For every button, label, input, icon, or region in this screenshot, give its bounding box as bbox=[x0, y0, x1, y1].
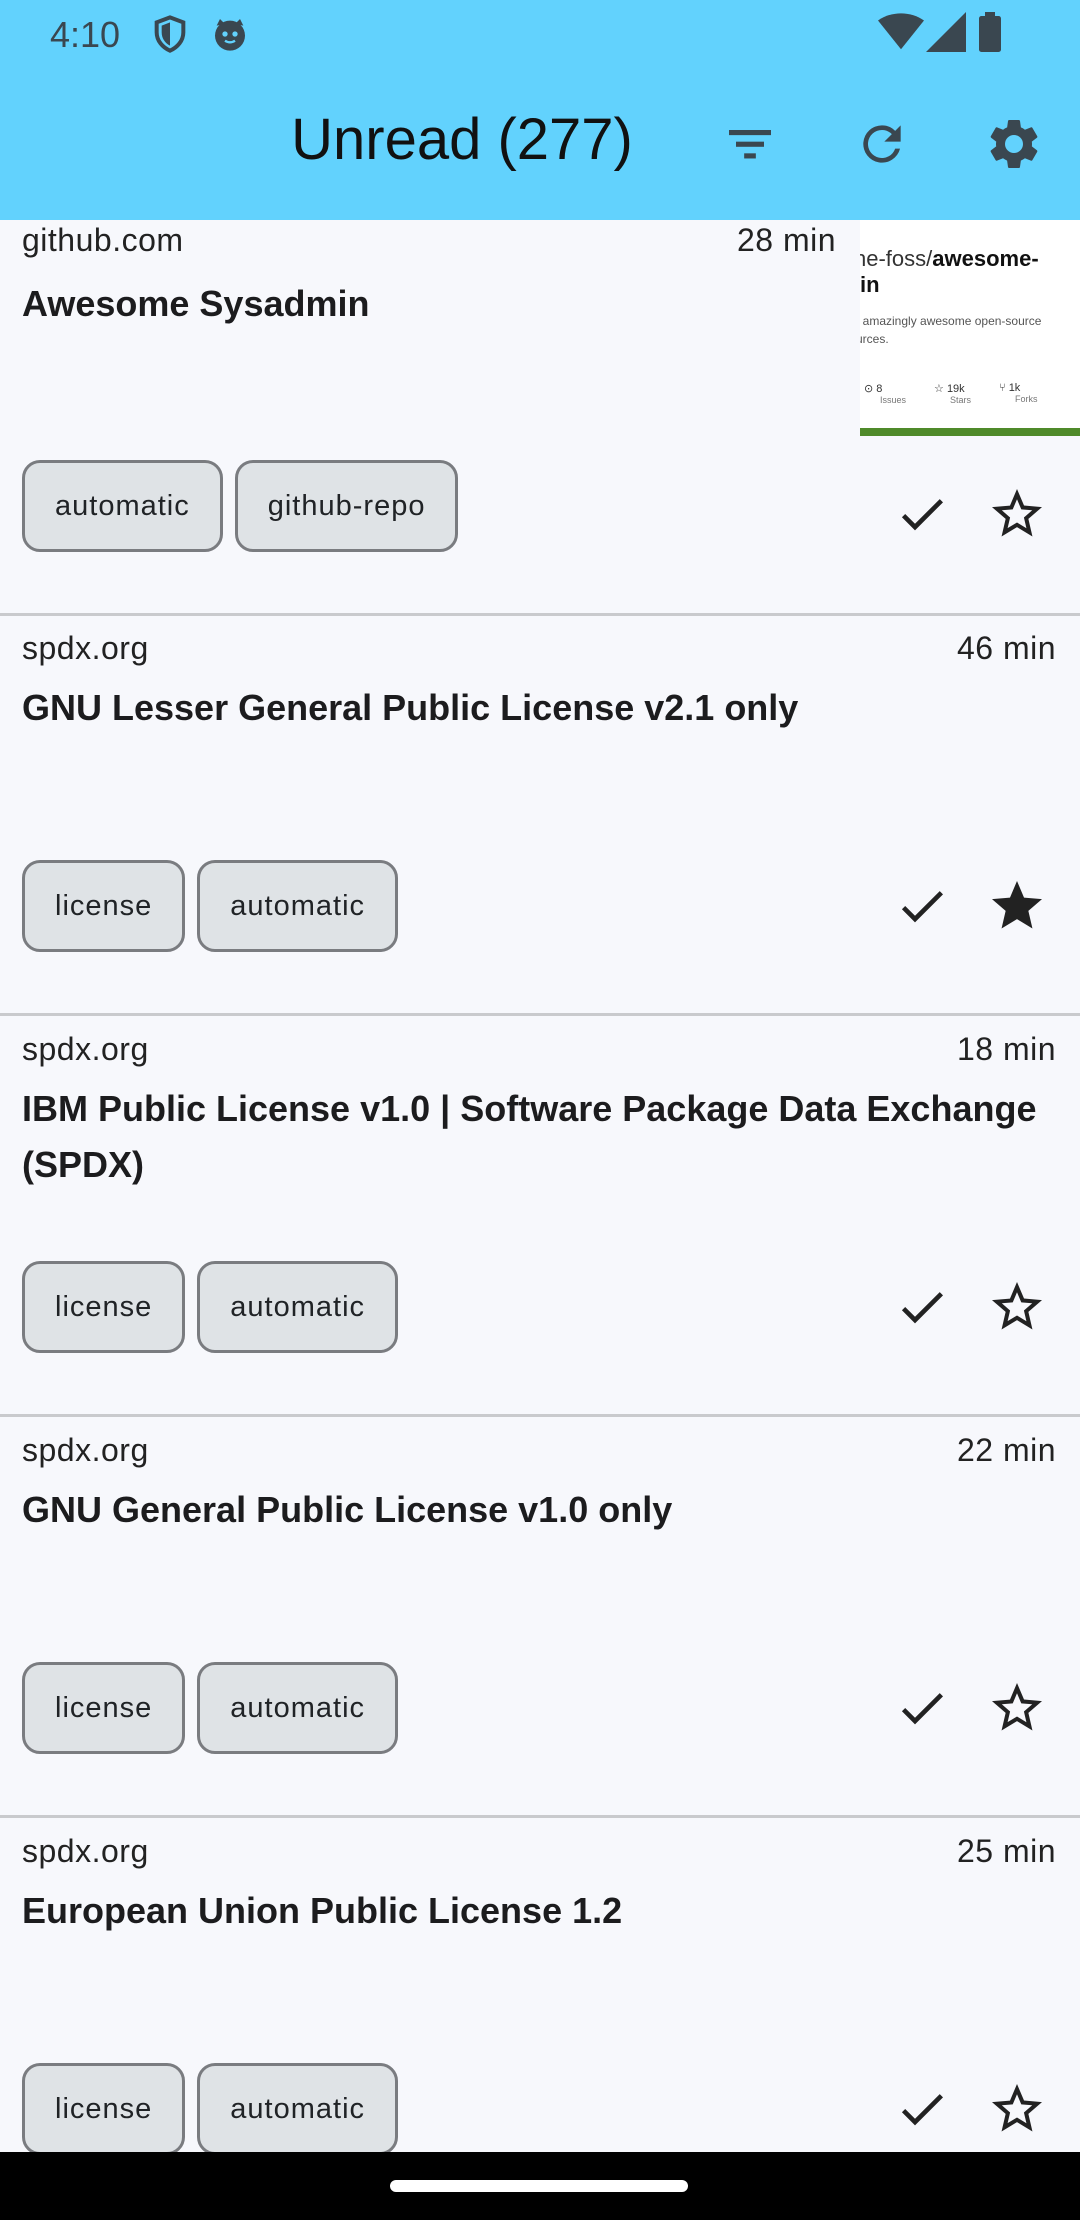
tag-chip[interactable]: automatic bbox=[22, 460, 223, 552]
mark-read-button[interactable] bbox=[880, 1267, 964, 1351]
star-button[interactable] bbox=[975, 2069, 1059, 2152]
wifi-icon bbox=[878, 12, 924, 57]
article-time: 22 min bbox=[956, 1432, 1056, 1468]
refresh-button[interactable] bbox=[840, 104, 924, 188]
tag-list: license automatic bbox=[22, 1662, 399, 1756]
article-source: spdx.org bbox=[22, 1031, 149, 1067]
thumbnail-bar bbox=[860, 428, 1080, 436]
stars-label: Stars bbox=[950, 395, 972, 405]
article-thumbnail[interactable]: ne-foss/awesome- in f amazingly awesome … bbox=[860, 220, 1080, 436]
stars-count: ☆ 19k bbox=[934, 383, 965, 395]
article-title[interactable]: Awesome Sysadmin bbox=[22, 276, 840, 332]
thumbnail-text: in bbox=[860, 272, 880, 297]
star-outline-icon bbox=[987, 1277, 1047, 1342]
tag-chip[interactable]: github-repo bbox=[234, 460, 459, 552]
tag-chip[interactable]: license bbox=[22, 860, 186, 952]
star-button[interactable] bbox=[975, 1267, 1059, 1351]
star-filled-icon bbox=[987, 876, 1047, 941]
tag-chip[interactable]: license bbox=[22, 1261, 186, 1353]
status-time: 4:10 bbox=[50, 14, 121, 55]
tag-chip[interactable]: license bbox=[22, 2063, 186, 2152]
star-button[interactable] bbox=[975, 866, 1059, 950]
home-gesture-handle[interactable] bbox=[390, 2180, 688, 2192]
star-button[interactable] bbox=[975, 474, 1059, 558]
tag-chip[interactable]: automatic bbox=[197, 1662, 399, 1754]
mark-read-button[interactable] bbox=[880, 2069, 964, 2152]
list-item[interactable]: spdx.org 25 min European Union Public Li… bbox=[0, 1819, 1080, 2152]
thumbnail-stats: ⊙ 8 Issues ☆ 19k Stars ⑂ 1k Forks bbox=[864, 382, 1074, 405]
cat-face-icon bbox=[210, 14, 250, 59]
star-outline-icon bbox=[987, 1678, 1047, 1743]
list-item[interactable]: spdx.org 22 min GNU General Public Licen… bbox=[0, 1418, 1080, 1818]
check-icon bbox=[894, 1279, 950, 1340]
forks-count: ⑂ 1k bbox=[999, 382, 1021, 394]
article-time: 18 min bbox=[956, 1031, 1056, 1067]
thumbnail-text: urces. bbox=[860, 332, 889, 346]
check-icon bbox=[894, 486, 950, 547]
article-list[interactable]: github.com 28 min Awesome Sysadmin ne-fo… bbox=[0, 220, 1080, 2152]
article-time: 46 min bbox=[956, 630, 1056, 666]
gear-icon bbox=[984, 114, 1044, 179]
top-bar: 4:10 Unread (277) bbox=[0, 0, 1080, 220]
list-item[interactable]: github.com 28 min Awesome Sysadmin ne-fo… bbox=[0, 220, 1080, 616]
check-icon bbox=[894, 878, 950, 939]
article-title[interactable]: GNU General Public License v1.0 only bbox=[22, 1482, 1056, 1538]
signal-icon bbox=[926, 12, 966, 57]
check-icon bbox=[894, 1680, 950, 1741]
settings-button[interactable] bbox=[972, 104, 1056, 188]
thumbnail-text: ne-foss/awesome- bbox=[860, 246, 1039, 271]
tag-chip[interactable]: automatic bbox=[197, 860, 399, 952]
tag-chip[interactable]: license bbox=[22, 1662, 186, 1754]
article-source: spdx.org bbox=[22, 1833, 149, 1869]
mark-read-button[interactable] bbox=[880, 1668, 964, 1752]
forks-label: Forks bbox=[1015, 394, 1038, 404]
star-outline-icon bbox=[987, 484, 1047, 549]
article-time: 25 min bbox=[956, 1833, 1056, 1869]
article-time: 28 min bbox=[736, 222, 836, 258]
tag-list: license automatic bbox=[22, 1261, 399, 1355]
status-bar: 4:10 bbox=[0, 0, 1080, 66]
filter-button[interactable] bbox=[708, 104, 792, 188]
tag-chip[interactable]: automatic bbox=[197, 2063, 399, 2152]
shield-icon bbox=[150, 14, 190, 59]
article-source: spdx.org bbox=[22, 1432, 149, 1468]
filter-icon bbox=[722, 116, 778, 177]
tag-chip[interactable]: automatic bbox=[197, 1261, 399, 1353]
article-title[interactable]: European Union Public License 1.2 bbox=[22, 1883, 1056, 1939]
article-title[interactable]: IBM Public License v1.0 | Software Packa… bbox=[22, 1081, 1056, 1193]
refresh-icon bbox=[854, 116, 910, 177]
mark-read-button[interactable] bbox=[880, 866, 964, 950]
thumbnail-text: f amazingly awesome open-source bbox=[860, 314, 1042, 328]
tag-list: automatic github-repo bbox=[22, 460, 459, 554]
tag-list: license automatic bbox=[22, 860, 399, 954]
star-button[interactable] bbox=[975, 1668, 1059, 1752]
article-source: github.com bbox=[22, 222, 184, 258]
tag-list: license automatic bbox=[22, 2063, 399, 2152]
star-outline-icon bbox=[987, 2079, 1047, 2144]
list-item[interactable]: spdx.org 46 min GNU Lesser General Publi… bbox=[0, 616, 1080, 1016]
article-title[interactable]: GNU Lesser General Public License v2.1 o… bbox=[22, 680, 1056, 736]
issues-label: Issues bbox=[880, 395, 907, 405]
battery-icon bbox=[978, 12, 1002, 57]
list-item[interactable]: spdx.org 18 min IBM Public License v1.0 … bbox=[0, 1017, 1080, 1417]
article-source: spdx.org bbox=[22, 630, 149, 666]
check-icon bbox=[894, 2081, 950, 2142]
navigation-bar bbox=[0, 2152, 1080, 2220]
mark-read-button[interactable] bbox=[880, 474, 964, 558]
issues-count: ⊙ 8 bbox=[864, 383, 883, 395]
